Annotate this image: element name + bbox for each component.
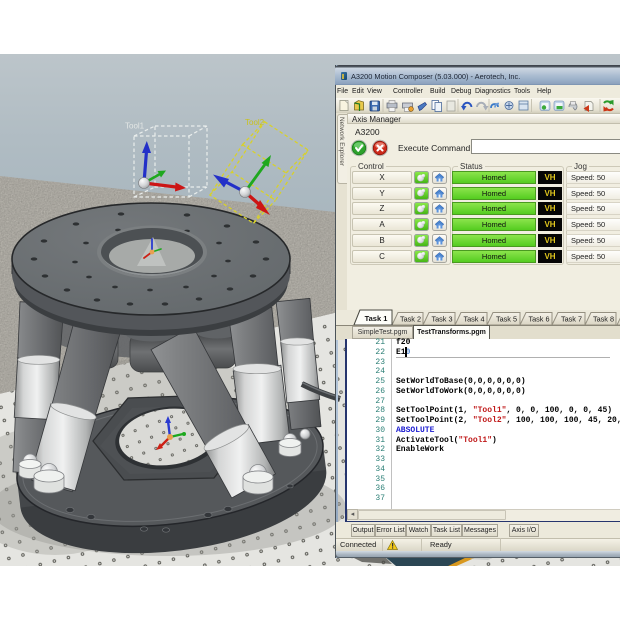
svg-text:Task 7: Task 7	[561, 315, 582, 324]
svg-text:Task 5: Task 5	[496, 315, 517, 324]
svg-text:Task 2: Task 2	[400, 315, 421, 324]
svg-text:Task 1: Task 1	[365, 314, 388, 323]
svg-text:Task 4: Task 4	[463, 315, 484, 324]
svg-text:Tool1: Tool1	[125, 122, 145, 131]
svg-text:Tool2: Tool2	[245, 118, 265, 127]
svg-text:Task 3: Task 3	[431, 315, 452, 324]
svg-text:Task 8: Task 8	[593, 315, 614, 324]
svg-text:Task 6: Task 6	[528, 315, 549, 324]
